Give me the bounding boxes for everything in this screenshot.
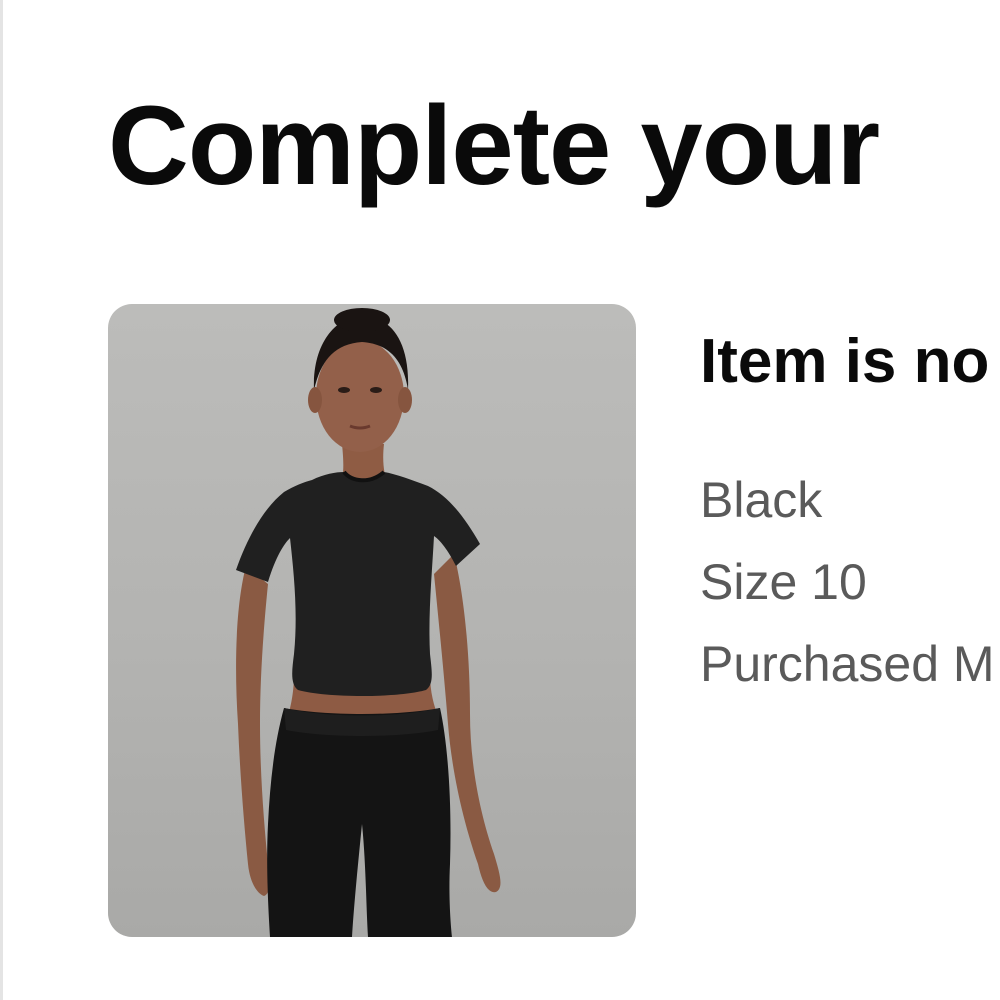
- left-border: [0, 0, 3, 1000]
- product-image[interactable]: [108, 304, 636, 937]
- product-size: Size 10: [700, 554, 867, 610]
- product-photo-illustration: [236, 308, 501, 937]
- item-status: Item is no: [700, 327, 990, 396]
- purchase-date: Purchased M: [700, 636, 995, 692]
- product-color: Black: [700, 472, 823, 528]
- page-title: Complete your: [108, 83, 880, 208]
